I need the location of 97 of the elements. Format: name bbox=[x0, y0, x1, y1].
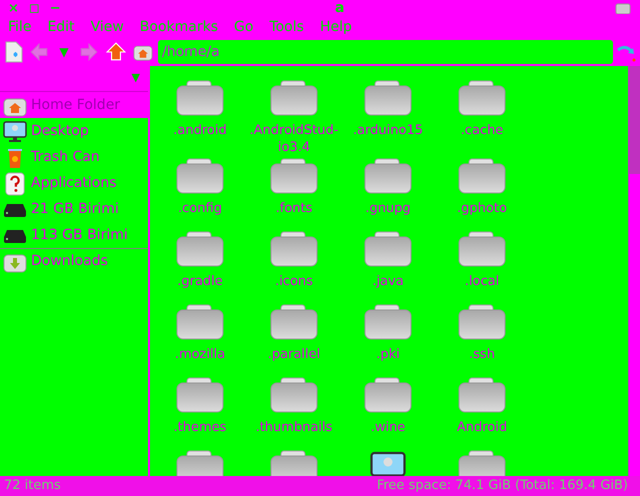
folder-entry[interactable]: .parallel bbox=[247, 304, 341, 375]
file-name: .thumbnails bbox=[254, 419, 334, 436]
menu-item[interactable]: Bookmarks bbox=[140, 16, 218, 38]
file-name: .local bbox=[464, 273, 500, 290]
folder-icon bbox=[458, 377, 506, 413]
folder-entry[interactable]: .android bbox=[153, 80, 247, 156]
folder-entry[interactable]: .fonts bbox=[247, 158, 341, 229]
folder-icon bbox=[270, 450, 318, 476]
folder-icon bbox=[458, 158, 506, 194]
window-control[interactable]: × bbox=[8, 2, 19, 14]
sidebar-label: Trash Can bbox=[31, 148, 100, 167]
menu-item[interactable]: Edit bbox=[47, 16, 75, 38]
window-control[interactable]: − bbox=[50, 2, 61, 14]
file-name: .wine bbox=[370, 419, 406, 436]
hard-drive-icon bbox=[3, 228, 27, 242]
folder-icon bbox=[270, 80, 318, 116]
folder-entry[interactable]: .wine bbox=[341, 377, 435, 448]
sidebar-item[interactable]: Applications bbox=[0, 170, 148, 196]
menu-item[interactable]: Help bbox=[320, 16, 352, 38]
folder-icon bbox=[364, 231, 412, 267]
sidebar-label: Applications bbox=[31, 174, 117, 193]
sidebar-item[interactable]: 21 GB Birimi bbox=[0, 196, 148, 222]
file-name: .config bbox=[177, 200, 223, 217]
menu-item[interactable]: Tools bbox=[269, 16, 304, 38]
folder-icon bbox=[364, 377, 412, 413]
folder-icon bbox=[270, 377, 318, 413]
folder-entry[interactable]: .thumbnails bbox=[247, 377, 341, 448]
menu-item[interactable]: Go bbox=[234, 16, 254, 38]
sidebar-item[interactable]: Trash Can bbox=[0, 144, 148, 170]
folder-icon bbox=[458, 450, 506, 476]
folder-icon bbox=[458, 304, 506, 340]
sidebar-item[interactable]: Desktop bbox=[0, 118, 148, 144]
file-name: .pki bbox=[375, 346, 401, 363]
folder-entry[interactable]: .AndroidStud-io3.4 bbox=[247, 80, 341, 156]
folder-icon bbox=[458, 231, 506, 267]
folder-entry[interactable]: .mozilla bbox=[153, 304, 247, 375]
file-name: .themes bbox=[172, 419, 228, 436]
file-name: .gnupg bbox=[364, 200, 412, 217]
file-name: .ssh bbox=[468, 346, 496, 363]
window-control[interactable]: ◻ bbox=[28, 2, 40, 14]
window-title: a bbox=[335, 1, 344, 15]
folder-icon bbox=[176, 304, 224, 340]
folder-entry[interactable]: .themes bbox=[153, 377, 247, 448]
file-name: .gphoto bbox=[456, 200, 508, 217]
folder-icon bbox=[364, 158, 412, 194]
folder-entry[interactable]: .icons bbox=[247, 231, 341, 302]
folder-entry[interactable]: Android bbox=[435, 377, 529, 448]
path-field[interactable]: /home/a bbox=[158, 40, 613, 64]
file-name: .fonts bbox=[274, 200, 314, 217]
folder-entry[interactable]: .java bbox=[341, 231, 435, 302]
folder-icon bbox=[176, 158, 224, 194]
file-name: .cache bbox=[460, 122, 504, 139]
sidebar-label: Downloads bbox=[31, 252, 108, 271]
folder-icon bbox=[364, 304, 412, 340]
folder-entry[interactable]: .gradle bbox=[153, 231, 247, 302]
sidebar-item[interactable]: Downloads bbox=[0, 248, 148, 274]
file-name: .AndroidStud-io3.4 bbox=[248, 122, 340, 156]
sidebar-item[interactable]: 113 GB Birimi bbox=[0, 222, 148, 248]
folder-icon bbox=[176, 450, 224, 476]
file-name: .arduino15 bbox=[352, 122, 424, 139]
file-name: .gradle bbox=[176, 273, 224, 290]
folder-entry[interactable]: .local bbox=[435, 231, 529, 302]
free-space: Free space: 74.1 GiB (Total: 169.4 GiB) bbox=[376, 477, 629, 496]
sidebar-label: Home Folder bbox=[31, 96, 120, 115]
file-name: .mozilla bbox=[174, 346, 226, 363]
folder-icon bbox=[364, 80, 412, 116]
file-name: .parallel bbox=[266, 346, 322, 363]
new-document-icon[interactable] bbox=[4, 41, 24, 63]
folder-icon bbox=[270, 231, 318, 267]
menu-item[interactable]: File bbox=[8, 16, 32, 38]
file-name: .android bbox=[172, 122, 228, 139]
monitor-icon bbox=[3, 120, 27, 144]
sidebar-label: 21 GB Birimi bbox=[31, 200, 119, 219]
folder-icon bbox=[458, 80, 506, 116]
folder-icon bbox=[176, 231, 224, 267]
folder-entry[interactable]: .cache bbox=[435, 80, 529, 156]
folder-entry[interactable]: .gnupg bbox=[341, 158, 435, 229]
item-count: 72 items bbox=[4, 477, 61, 496]
question-mark-icon bbox=[4, 170, 26, 196]
folder-icon bbox=[176, 80, 224, 116]
file-name: Android bbox=[456, 419, 508, 436]
folder-entry[interactable]: .arduino15 bbox=[341, 80, 435, 156]
sidebar-label: 113 GB Birimi bbox=[31, 226, 128, 245]
menu-item[interactable]: View bbox=[90, 16, 124, 38]
folder-entry[interactable]: .pki bbox=[341, 304, 435, 375]
folder-entry[interactable]: .ssh bbox=[435, 304, 529, 375]
file-name: .java bbox=[371, 273, 405, 290]
folder-icon bbox=[270, 158, 318, 194]
sidebar-label: Desktop bbox=[31, 122, 89, 141]
sidebar-item[interactable]: Home Folder bbox=[0, 92, 148, 118]
folder-entry[interactable]: .config bbox=[153, 158, 247, 229]
file-name: .icons bbox=[274, 273, 314, 290]
folder-icon bbox=[270, 304, 318, 340]
hard-drive-icon bbox=[3, 202, 27, 216]
folder-entry[interactable]: .gphoto bbox=[435, 158, 529, 229]
folder-icon bbox=[176, 377, 224, 413]
folder-icon bbox=[615, 2, 631, 14]
